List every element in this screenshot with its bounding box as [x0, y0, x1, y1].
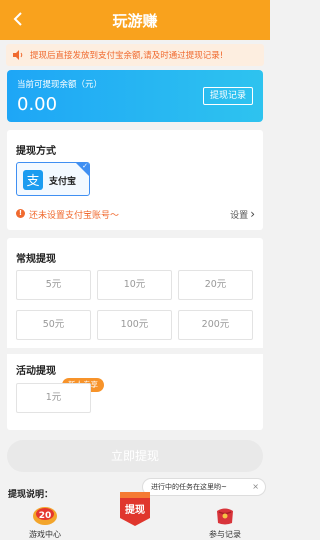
- nav-game-center-label: 游戏中心: [29, 530, 61, 539]
- page-title: 玩游赚: [112, 12, 158, 30]
- withdraw-badge-icon: 提现: [120, 492, 150, 526]
- svg-text:支: 支: [26, 174, 39, 189]
- alipay-logo-icon: 支: [23, 170, 43, 190]
- method-title: 提现方式: [16, 146, 56, 157]
- section-divider: [7, 348, 263, 354]
- chevron-right-icon: ›: [250, 207, 255, 221]
- svg-text:提现: 提现: [125, 503, 145, 516]
- amount-option[interactable]: 5元: [16, 270, 91, 300]
- tooltip-text: 进行中的任务在这里哟~: [151, 483, 227, 491]
- nav-records[interactable]: 参与记录: [185, 500, 265, 540]
- withdraw-now-button[interactable]: 立即提现: [7, 440, 263, 472]
- task-tooltip: 进行中的任务在这里哟~ ×: [142, 478, 266, 496]
- speaker-icon: [13, 50, 23, 60]
- svg-text:20: 20: [39, 511, 52, 521]
- amount-option[interactable]: 10元: [97, 270, 172, 300]
- balance-card: 当前可提现余额（元） 0.00 提现记录: [7, 70, 263, 122]
- records-icon: [217, 508, 233, 525]
- nav-withdraw-center[interactable]: 提现: [116, 488, 154, 528]
- alipay-option[interactable]: 支 支付宝 ✓: [16, 162, 90, 196]
- explain-label: 提现说明：: [8, 490, 54, 500]
- header-bar: 玩游赚: [0, 0, 270, 40]
- notice-text: 提现后直接发放到支付宝余额,请及时通过提现记录!: [30, 51, 224, 61]
- balance-value: 0.00: [17, 94, 58, 115]
- balance-label: 当前可提现余额（元）: [17, 80, 103, 90]
- regular-title: 常规提现: [16, 254, 56, 265]
- amount-option[interactable]: 200元: [178, 310, 253, 340]
- warning-icon: !: [16, 209, 25, 218]
- tooltip-close-button[interactable]: ×: [252, 479, 259, 495]
- activity-title: 活动提现: [16, 366, 56, 377]
- withdraw-record-button[interactable]: 提现记录: [203, 87, 253, 105]
- nav-records-label: 参与记录: [209, 530, 241, 539]
- settings-link[interactable]: 设置 ›: [230, 207, 255, 221]
- check-icon: ✓: [82, 162, 88, 170]
- activity-amount-option[interactable]: 1元: [16, 383, 91, 413]
- warning-text: 还未设置支付宝账号～: [29, 211, 120, 221]
- settings-label: 设置: [230, 211, 249, 221]
- notice-bar: 提现后直接发放到支付宝余额,请及时通过提现记录!: [6, 44, 264, 66]
- amount-card: 常规提现 5元 10元 20元 50元 100元 200元 活动提现 新人专享 …: [7, 238, 263, 430]
- amount-option[interactable]: 100元: [97, 310, 172, 340]
- amount-option[interactable]: 20元: [178, 270, 253, 300]
- withdraw-method-card: 提现方式 支 支付宝 ✓ ! 还未设置支付宝账号～ 设置 ›: [7, 130, 263, 230]
- amount-option[interactable]: 50元: [16, 310, 91, 340]
- game-center-icon: 20: [33, 507, 57, 525]
- nav-game-center[interactable]: 20 游戏中心: [5, 500, 85, 540]
- alipay-label: 支付宝: [49, 177, 77, 187]
